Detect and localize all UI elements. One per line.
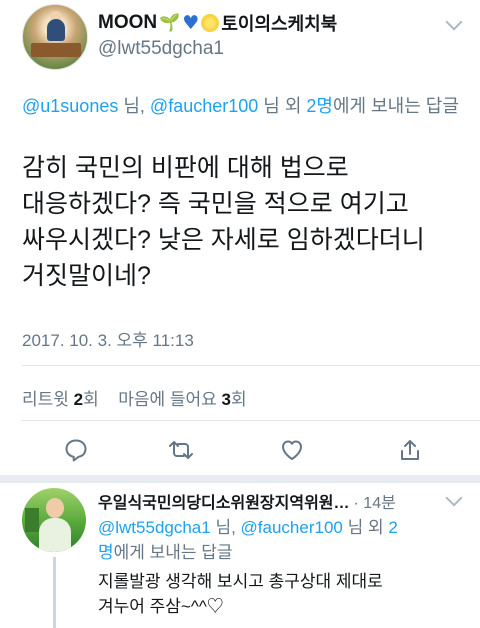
- tweet-text-line: 싸우시겠다? 낮은 자세로 임하겠다더니: [22, 226, 425, 254]
- tweet-text-line: 거짓말이네?: [22, 262, 151, 290]
- divider: [22, 420, 480, 421]
- display-name[interactable]: 우일식국민의당디소위원장지역위원…: [98, 489, 350, 513]
- reply-button[interactable]: [58, 432, 94, 468]
- avatar[interactable]: [22, 4, 88, 70]
- replying-to-line: @u1suones 님, @faucher100 님 외 2명에게 보내는 답글: [22, 94, 462, 119]
- replying-to-line: @lwt55dgcha1 님, @faucher100 님 외 2 명에게 보내는…: [98, 515, 466, 565]
- reply-text: 지롤발광 생각해 보시고 총구상대 제대로 겨누어 주삼~^^♡: [98, 569, 466, 619]
- author-name-line[interactable]: MOON 🌱 ♥ 토이의스케치북: [98, 12, 337, 34]
- relative-time[interactable]: · 14분: [354, 495, 396, 512]
- main-tweet: MOON 🌱 ♥ 토이의스케치북 @lwt55dgcha1 @u1suones …: [0, 0, 480, 475]
- like-button[interactable]: [274, 432, 310, 468]
- avatar-figure-head: [46, 498, 64, 518]
- mention-link[interactable]: @u1suones: [22, 96, 118, 116]
- divider: [22, 365, 480, 366]
- avatar-figure-body: [47, 19, 65, 41]
- avatar[interactable]: [22, 488, 86, 552]
- reply-to-tail: 에게 보내는 답글: [332, 96, 459, 116]
- retweet-button[interactable]: [163, 432, 199, 468]
- reply-tweet[interactable]: 우일식국민의당디소위원장지역위원… · 14분 @lwt55dgcha1 님, @…: [0, 483, 480, 628]
- reply-to-mid: 님 외: [258, 96, 307, 116]
- mention-link[interactable]: @faucher100: [150, 96, 258, 116]
- reply-text-line: 지롤발광 생각해 보시고 총구상대 제대로: [98, 572, 383, 591]
- tweet-text-line: 대응하겠다? 즉 국민을 적으로 여기고: [22, 190, 409, 218]
- sun-emoji-icon: [201, 14, 220, 32]
- others-link[interactable]: 2: [388, 518, 397, 537]
- avatar-sign: [25, 508, 39, 532]
- thread-line: [53, 557, 56, 628]
- others-link-cont[interactable]: 명: [98, 543, 114, 562]
- section-divider: [0, 475, 480, 483]
- others-link[interactable]: 2명: [306, 96, 333, 116]
- engagement-stats: 리트윗 2회 마음에 들어요 3회: [22, 385, 247, 410]
- reply-to-sep: 님,: [118, 96, 150, 116]
- sprout-emoji-icon: 🌱: [159, 13, 181, 33]
- action-bar: [0, 432, 480, 468]
- reply-header: 우일식국민의당디소위원장지역위원… · 14분: [98, 489, 468, 513]
- reply-to-sep: 님,: [210, 518, 241, 537]
- reply-icon: [65, 439, 87, 462]
- share-icon: [401, 440, 419, 460]
- reply-to-tail: 에게 보내는 답글: [113, 543, 233, 562]
- avatar-desk: [31, 43, 81, 57]
- like-icon: [282, 440, 302, 460]
- mention-link[interactable]: @faucher100: [241, 518, 343, 537]
- tweet-text-line: 감히 국민의 비판에 대해 법으로: [22, 154, 349, 182]
- avatar-figure-body: [39, 518, 71, 552]
- reply-text-line: 겨누어 주삼~^^♡: [98, 597, 224, 616]
- mention-link[interactable]: @lwt55dgcha1: [98, 518, 211, 537]
- share-button[interactable]: [392, 432, 428, 468]
- timestamp[interactable]: 2017. 10. 3. 오후 11:13: [22, 326, 194, 351]
- chevron-down-icon[interactable]: [445, 13, 463, 31]
- display-name: MOON: [98, 12, 158, 33]
- like-stat[interactable]: 마음에 들어요 3회: [118, 390, 246, 409]
- retweet-icon: [169, 441, 193, 459]
- reply-to-mid: 님 외: [342, 518, 389, 537]
- retweet-stat[interactable]: 리트윗 2회: [22, 390, 99, 409]
- display-name-suffix: 토이의스케치북: [221, 14, 338, 34]
- tweet-text: 감히 국민의 비판에 대해 법으로 대응하겠다? 즉 국민을 적으로 여기고 싸…: [22, 150, 472, 294]
- blue-heart-emoji-icon: ♥: [182, 12, 200, 34]
- author-handle[interactable]: @lwt55dgcha1: [98, 38, 224, 60]
